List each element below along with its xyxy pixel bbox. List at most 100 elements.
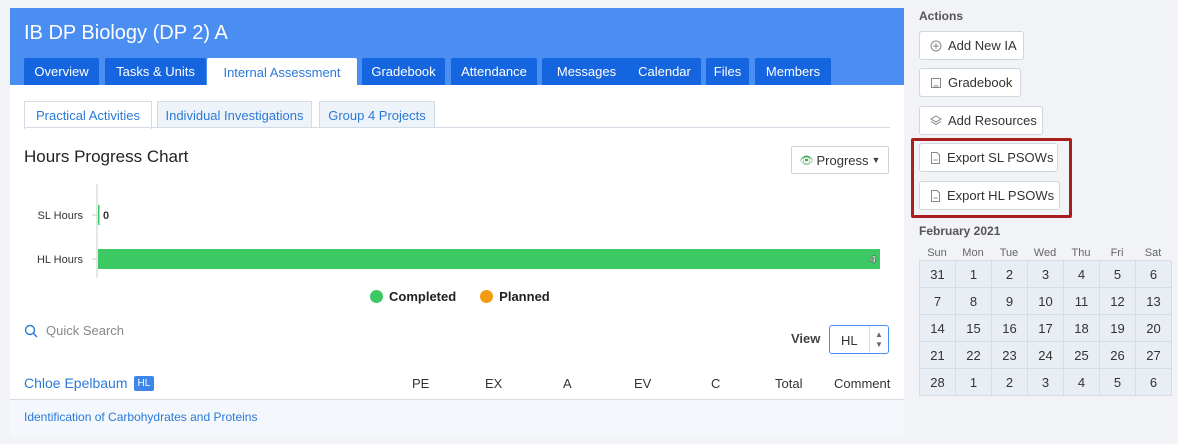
calendar-day[interactable]: 21 [920,342,956,369]
calendar-day[interactable]: 6 [1136,369,1172,396]
legend-item-completed[interactable]: Completed [370,289,456,304]
column-header-c: C [711,376,721,391]
calendar-weekday-thu: Thu [1071,247,1091,259]
calendar-day[interactable]: 26 [1100,342,1136,369]
progress-dropdown-button[interactable]: 👁︎ Progress ▼ [791,146,889,174]
search-input[interactable]: Quick Search [46,323,124,338]
calendar-grid: 31 1 2 3 4 5 6 7 8 9 10 11 12 13 14 15 16 17 18 19 20 21 22 23 2… [919,260,1172,396]
column-header-pe: PE [412,376,430,391]
view-select[interactable]: HL ▲ ▼ [829,325,889,354]
column-header-a: A [563,376,572,391]
tab-messages[interactable]: Messages [542,58,631,85]
view-select-value: HL [841,333,858,348]
calendar-day[interactable]: 18 [1064,315,1100,342]
calendar-weekday-mon: Mon [962,247,984,259]
main-panel: IB DP Biology (DP 2) A Overview Tasks & … [10,8,904,436]
calendar-day[interactable]: 4 [1064,261,1100,288]
bar-hl-hours[interactable] [98,249,880,269]
calendar-day[interactable]: 12 [1100,288,1136,315]
calendar-day[interactable]: 15 [956,315,992,342]
calendar-weekday-row: Sun Mon Tue Wed Thu Fri Sat [919,247,1169,260]
category-label: SL Hours [38,210,84,222]
bar-data-label: 4 [870,254,877,266]
calendar-day[interactable]: 23 [992,342,1028,369]
book-icon [931,77,941,88]
completed-dot-icon [370,290,383,303]
add-new-ia-button[interactable]: Add New IA [919,31,1024,60]
calendar-day[interactable]: 4 [1064,369,1100,396]
calendar-day[interactable]: 20 [1136,315,1172,342]
calendar-day[interactable]: 25 [1064,342,1100,369]
calendar-day[interactable]: 11 [1064,288,1100,315]
calendar-day[interactable]: 13 [1136,288,1172,315]
bar-data-label: 0 [103,210,109,222]
student-name-link[interactable]: Chloe Epelbaum HL [24,375,155,391]
layers-icon [930,114,942,125]
gradebook-button[interactable]: Gradebook [919,68,1021,97]
tab-members[interactable]: Members [755,58,831,85]
calendar-day[interactable]: 16 [992,315,1028,342]
plus-circle-icon [930,40,942,51]
student-name: Chloe Epelbaum [24,375,128,391]
planned-dot-icon [480,290,494,303]
stepper-icon[interactable]: ▲ ▼ [869,326,888,353]
calendar-weekday-sat: Sat [1144,247,1162,259]
calendar-day[interactable]: 14 [920,315,956,342]
calendar-weekday-sun: Sun [927,247,947,259]
category-label: HL Hours [37,254,84,266]
add-resources-label: Add Resources [948,113,1037,128]
column-header-comment: Comment [834,376,891,391]
calendar-day[interactable]: 1 [956,369,992,396]
calendar-day[interactable]: 24 [1028,342,1064,369]
legend-completed-label: Completed [389,289,457,304]
calendar-day[interactable]: 2 [992,369,1028,396]
activity-link[interactable]: Identification of Carbohydrates and Prot… [24,410,257,424]
calendar-day[interactable]: 27 [1136,342,1172,369]
calendar-day[interactable]: 3 [1028,261,1064,288]
calendar-day[interactable]: 28 [920,369,956,396]
subtab-practical-activities[interactable]: Practical Activities [24,101,152,129]
course-header: IB DP Biology (DP 2) A Overview Tasks & … [10,8,904,86]
bar-sl-hours[interactable] [98,205,100,225]
calendar-day[interactable]: 8 [956,288,992,315]
calendar-day[interactable]: 1 [956,261,992,288]
legend-item-planned[interactable]: Planned [480,289,550,304]
calendar-day[interactable]: 5 [1100,369,1136,396]
mini-calendar: Sun Mon Tue Wed Thu Fri Sat 31 1 2 3 4 5 6 7 8 9 10 11 12 1… [919,247,1172,396]
calendar-day[interactable]: 2 [992,261,1028,288]
calendar-day[interactable]: 9 [992,288,1028,315]
tab-calendar[interactable]: Calendar [628,58,701,85]
calendar-weekday-fri: Fri [1110,247,1124,259]
tab-tasks-units[interactable]: Tasks & Units [105,58,206,85]
tab-internal-assessment[interactable]: Internal Assessment [207,58,357,86]
add-resources-button[interactable]: Add Resources [919,106,1043,135]
calendar-day[interactable]: 3 [1028,369,1064,396]
tab-attendance[interactable]: Attendance [451,58,537,85]
tab-overview[interactable]: Overview [24,58,99,85]
legend-planned-label: Planned [499,289,550,304]
calendar-day[interactable]: 31 [920,261,956,288]
subtab-group-4-projects[interactable]: Group 4 Projects [319,101,435,128]
subtab-individual-investigations[interactable]: Individual Investigations [157,101,312,128]
calendar-weekday-wed: Wed [1033,247,1057,259]
caret-down-icon: ▼ [871,155,881,165]
calendar-day[interactable]: 22 [956,342,992,369]
column-header-ex: EX [485,376,503,391]
calendar-weekday-tue: Tue [999,247,1019,259]
export-highlight-box [911,138,1072,218]
tab-files[interactable]: Files [706,58,749,85]
calendar-day[interactable]: 5 [1100,261,1136,288]
subtab-divider [24,127,890,128]
eye-icon: 👁︎ [799,154,814,167]
column-header-ev: EV [634,376,652,391]
view-label: View [791,331,821,346]
tab-gradebook[interactable]: Gradebook [362,58,445,85]
quick-search[interactable]: Quick Search [24,323,124,338]
calendar-day[interactable]: 17 [1028,315,1064,342]
progress-label: Progress [816,152,869,168]
calendar-day[interactable]: 6 [1136,261,1172,288]
actions-heading: Actions [919,9,964,23]
calendar-day[interactable]: 19 [1100,315,1136,342]
calendar-day[interactable]: 7 [920,288,956,315]
calendar-day[interactable]: 10 [1028,288,1064,315]
